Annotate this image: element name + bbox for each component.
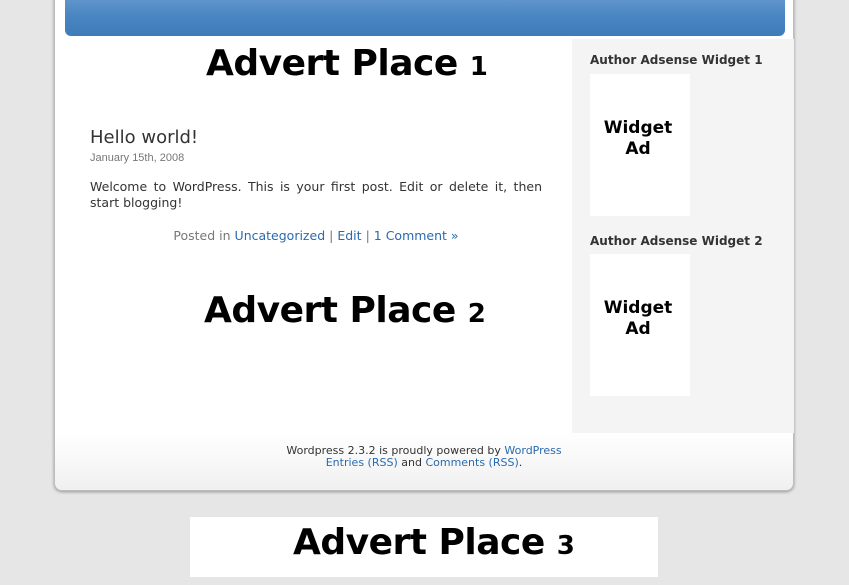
advert-number: 3 [556,531,575,561]
widget-title-2: Author Adsense Widget 2 [590,234,763,248]
advert-number: 1 [469,52,488,82]
widget-ad-text: Widget Ad [590,298,686,340]
comments-link[interactable]: 1 Comment » [374,228,459,243]
widget-ad-1[interactable]: Widget Ad [590,74,690,216]
advert-place-1[interactable]: Advert Place 1 [206,43,488,84]
separator: | [329,228,334,243]
advert-label: Advert Place [293,522,545,563]
widget-ad-2[interactable]: Widget Ad [590,254,690,396]
advert-label: Advert Place [206,43,458,84]
footer: Wordpress 2.3.2 is proudly powered by Wo… [55,433,793,490]
page-container: Advert Place 1 Hello world! January 15th,… [54,0,794,491]
edit-link[interactable]: Edit [337,228,361,243]
advert-place-2[interactable]: Advert Place 2 [204,290,486,331]
category-link[interactable]: Uncategorized [235,228,326,243]
advert-place-3: Advert Place 3 [293,522,575,563]
post-body: Welcome to WordPress. This is your first… [90,179,542,210]
footer-text: Wordpress 2.3.2 is proudly powered by Wo… [55,445,793,469]
comments-rss-link[interactable]: Comments (RSS) [425,456,518,469]
advert-label: Advert Place [204,290,456,331]
period-text: . [518,456,523,469]
widget-title-1: Author Adsense Widget 1 [590,53,763,67]
post-date: January 15th, 2008 [90,152,185,164]
separator: | [365,228,370,243]
post-meta: Posted in Uncategorized | Edit | 1 Comment » [90,228,542,243]
entries-rss-link[interactable]: Entries (RSS) [326,456,398,469]
and-text: and [401,456,422,469]
sidebar: Author Adsense Widget 1 Widget Ad Author… [572,39,794,433]
widget-ad-line: Ad [625,319,651,339]
advert-place-3-box[interactable]: Advert Place 3 [190,517,658,577]
advert-number: 2 [467,299,486,329]
widget-ad-text: Widget Ad [590,118,686,160]
widget-ad-line: Widget [603,118,673,138]
footer-line-2: Entries (RSS) and Comments (RSS). [55,457,793,469]
post-title[interactable]: Hello world! [90,127,198,148]
header-bar [65,0,785,36]
widget-ad-line: Ad [625,139,651,159]
posted-in-label: Posted in [173,228,231,243]
widget-ad-line: Widget [603,298,673,318]
